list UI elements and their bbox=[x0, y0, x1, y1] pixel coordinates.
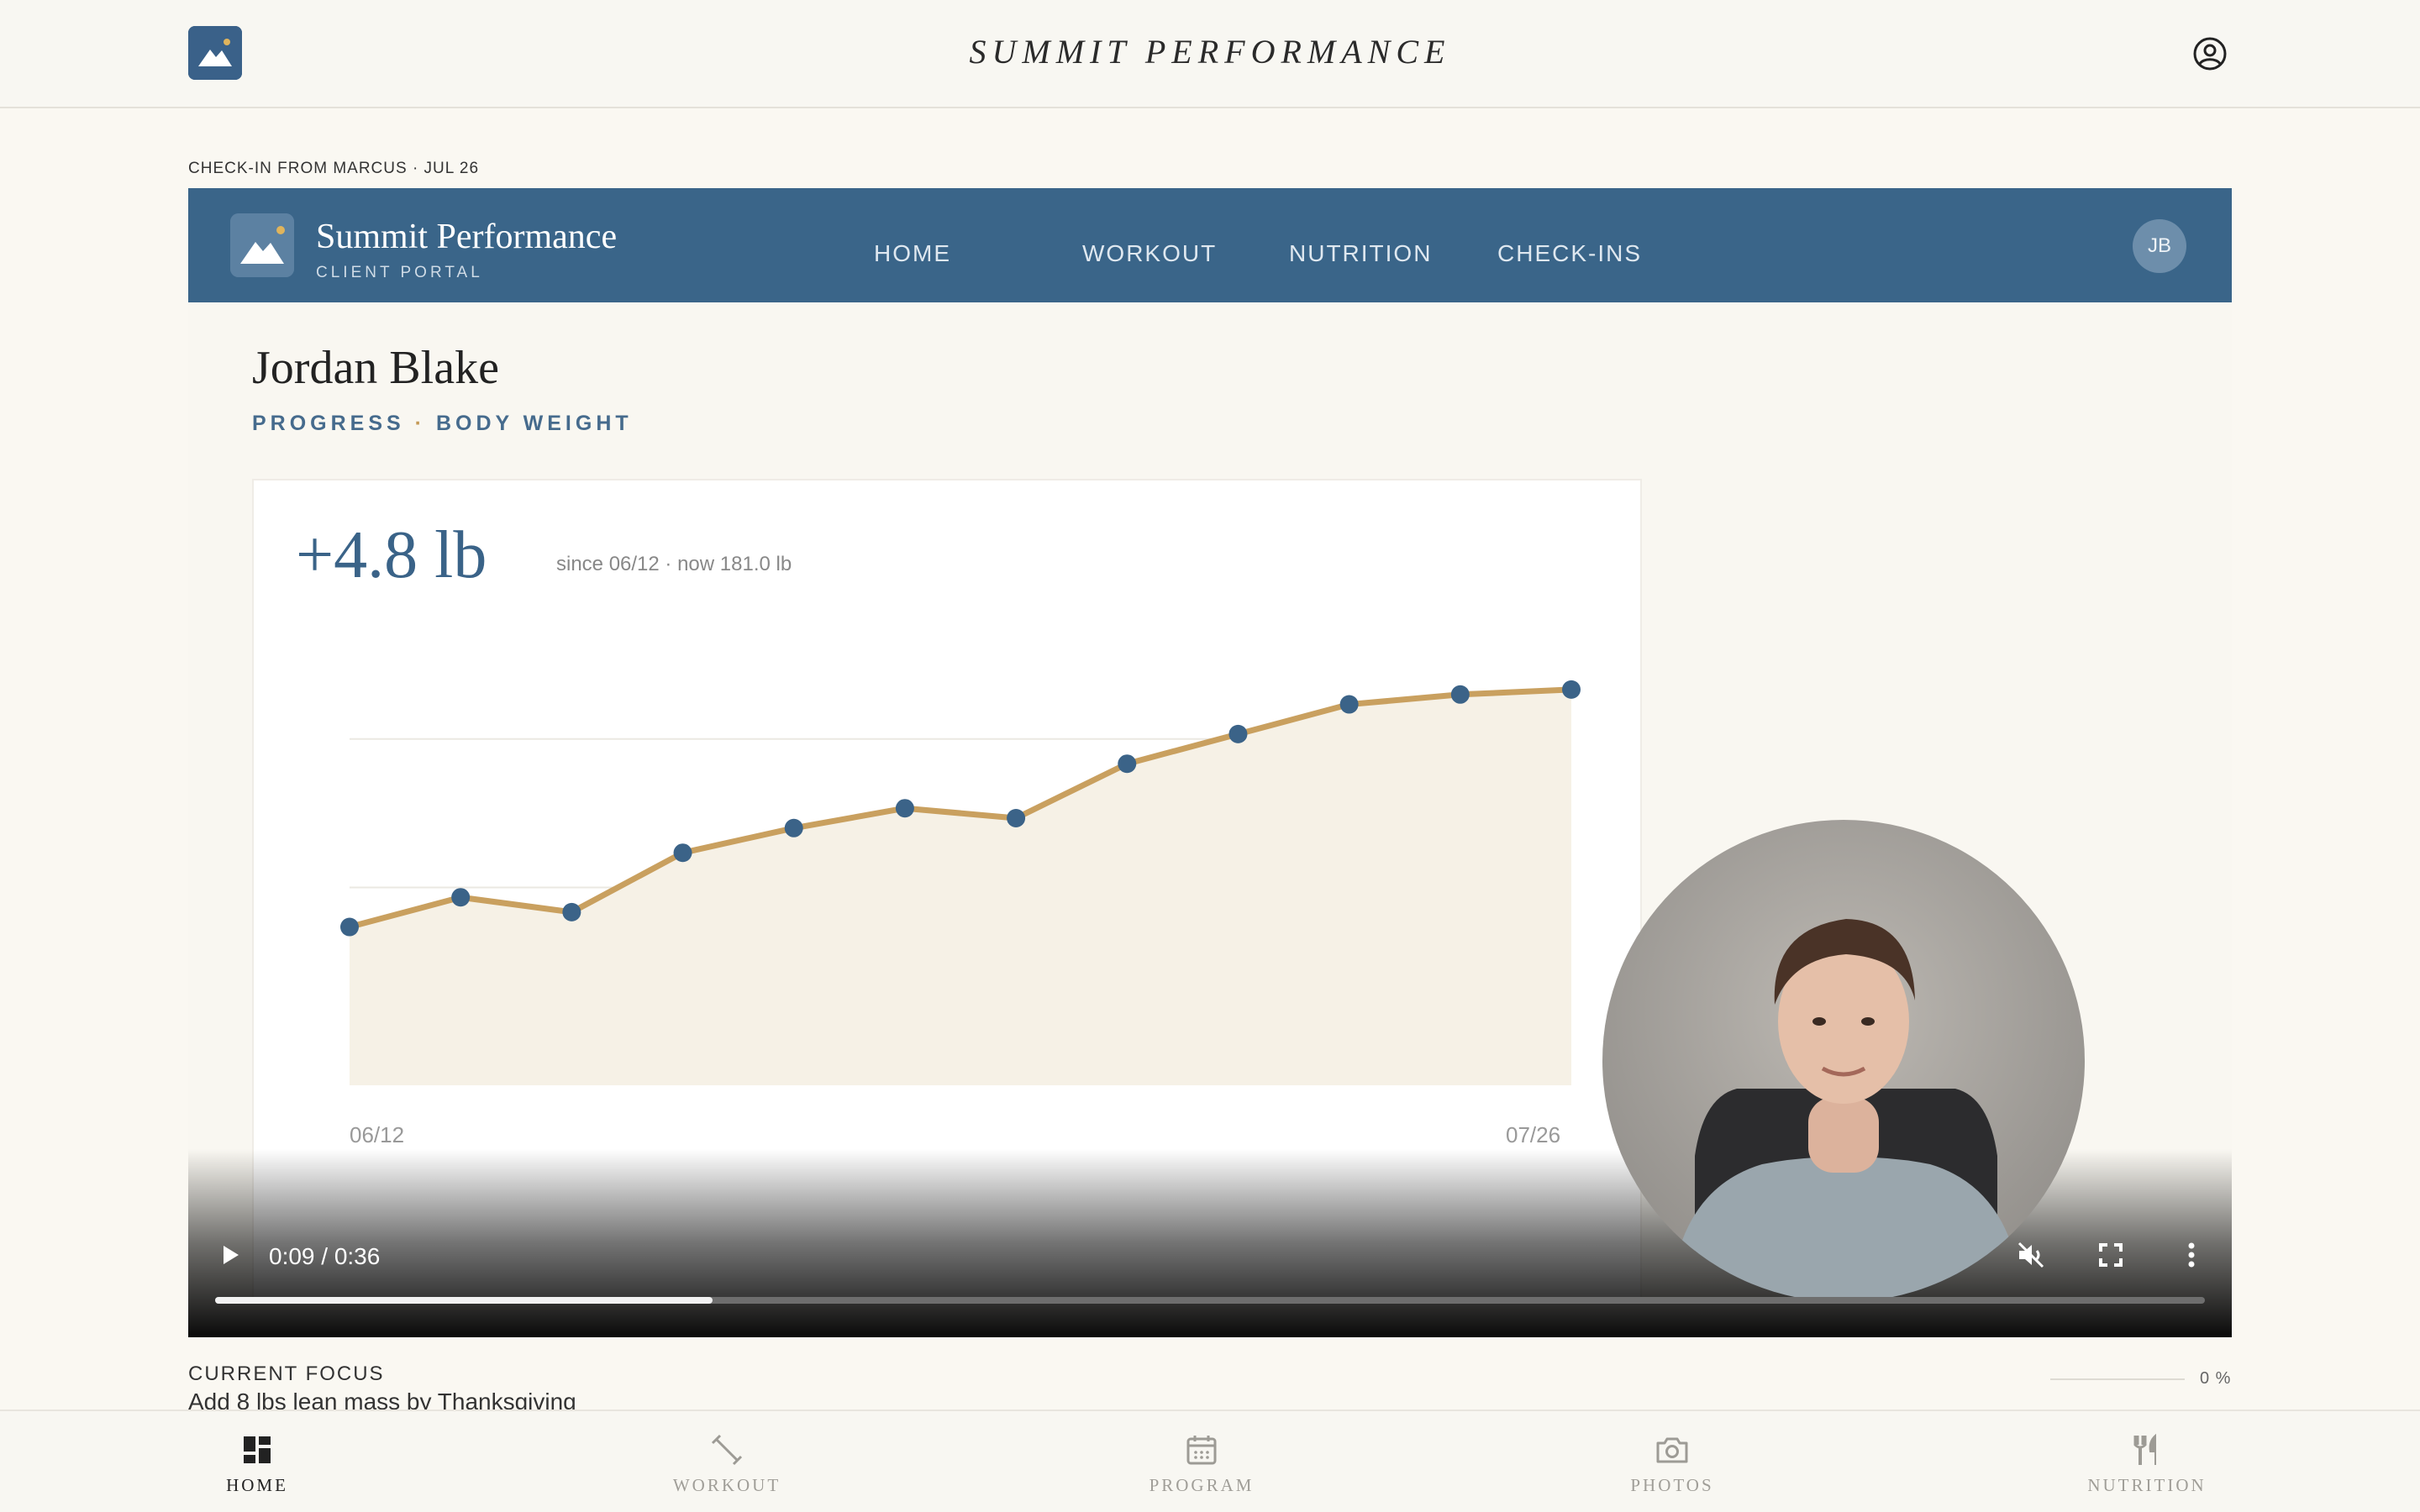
presenter-webcam bbox=[1602, 820, 2085, 1302]
separator-dot: · bbox=[414, 412, 426, 435]
portal-navbar: Summit Performance CLIENT PORTAL HOME WO… bbox=[188, 188, 2232, 302]
fullscreen-icon[interactable] bbox=[2094, 1238, 2128, 1272]
portal-name: Summit Performance bbox=[316, 218, 618, 256]
portal-logo-icon bbox=[230, 213, 294, 277]
chart-point bbox=[562, 902, 581, 921]
video-progress-bar[interactable] bbox=[215, 1297, 2205, 1304]
chart-point bbox=[1118, 754, 1137, 774]
bottom-nav: HOME WORKOUT PROGRAM PHOTOS NUTRITION bbox=[0, 1410, 2420, 1512]
portal-nav-nutrition: NUTRITION bbox=[1289, 240, 1433, 266]
chart-point bbox=[673, 843, 692, 863]
calendar-icon bbox=[1186, 1436, 1217, 1465]
tab-photos[interactable]: PHOTOS bbox=[1605, 1411, 1739, 1512]
more-vertical-icon[interactable] bbox=[2175, 1238, 2208, 1272]
chart-point bbox=[1562, 680, 1581, 699]
tab-photos-label: PHOTOS bbox=[1630, 1475, 1714, 1495]
chart-point bbox=[895, 799, 914, 818]
avatar: JB bbox=[2133, 219, 2186, 273]
video-progress-fill bbox=[215, 1297, 713, 1304]
tab-program-label: PROGRAM bbox=[1149, 1475, 1255, 1495]
checkin-video[interactable]: Summit Performance CLIENT PORTAL HOME WO… bbox=[188, 188, 2232, 1337]
app-header: SUMMIT PERFORMANCE bbox=[0, 0, 2420, 108]
video-time: 0:09 / 0:36 bbox=[269, 1243, 381, 1269]
focus-progress-bar bbox=[2050, 1378, 2185, 1380]
section-subtitle: PROGRESS · BODY WEIGHT bbox=[252, 412, 633, 436]
chart-point bbox=[451, 888, 471, 907]
tab-workout-label: WORKOUT bbox=[672, 1475, 781, 1495]
volume-muted-icon[interactable] bbox=[2014, 1238, 2048, 1272]
chart-point bbox=[1228, 724, 1248, 743]
focus-label: CURRENT FOCUS bbox=[188, 1362, 385, 1385]
camera-icon bbox=[1656, 1437, 1688, 1463]
chart-point bbox=[340, 917, 359, 937]
brand-title: SUMMIT PERFORMANCE bbox=[969, 33, 1451, 71]
chart-point bbox=[784, 818, 803, 837]
checkin-label: CHECK-IN FROM MARCUS · JUL 26 bbox=[188, 160, 480, 177]
chart-point bbox=[1450, 685, 1470, 704]
tab-home-label: HOME bbox=[226, 1475, 288, 1495]
metric-label: BODY WEIGHT bbox=[435, 412, 633, 435]
portal-nav-home: HOME bbox=[874, 240, 951, 266]
dumbbell-icon bbox=[711, 1434, 743, 1466]
tab-home[interactable]: HOME bbox=[198, 1411, 316, 1512]
chart-point bbox=[1339, 695, 1359, 714]
account-circle-icon[interactable] bbox=[2191, 35, 2228, 72]
tab-nutrition-label: NUTRITION bbox=[2087, 1475, 2207, 1495]
weight-since: since 06/12 · now 181.0 lb bbox=[556, 553, 792, 575]
portal-nav-workout: WORKOUT bbox=[1082, 240, 1218, 266]
fork-knife-icon bbox=[2133, 1433, 2156, 1465]
chart-point bbox=[1007, 809, 1026, 827]
client-name: Jordan Blake bbox=[252, 342, 499, 394]
play-icon[interactable] bbox=[217, 1242, 244, 1268]
focus-percent: 0 % bbox=[2200, 1369, 2232, 1388]
section-label: PROGRESS bbox=[252, 412, 405, 435]
tab-program[interactable]: PROGRAM bbox=[1126, 1411, 1277, 1512]
x-tick-label-end: 07/26 bbox=[1506, 1122, 1561, 1147]
x-tick-label-start: 06/12 bbox=[350, 1122, 405, 1147]
tab-workout[interactable]: WORKOUT bbox=[655, 1411, 798, 1512]
dashboard-icon bbox=[244, 1436, 271, 1463]
tab-nutrition[interactable]: NUTRITION bbox=[2075, 1411, 2218, 1512]
portal-subtitle: CLIENT PORTAL bbox=[316, 264, 483, 281]
portal-nav-checkins: CHECK-INS bbox=[1497, 240, 1643, 266]
weight-delta: +4.8 lb bbox=[296, 518, 487, 592]
